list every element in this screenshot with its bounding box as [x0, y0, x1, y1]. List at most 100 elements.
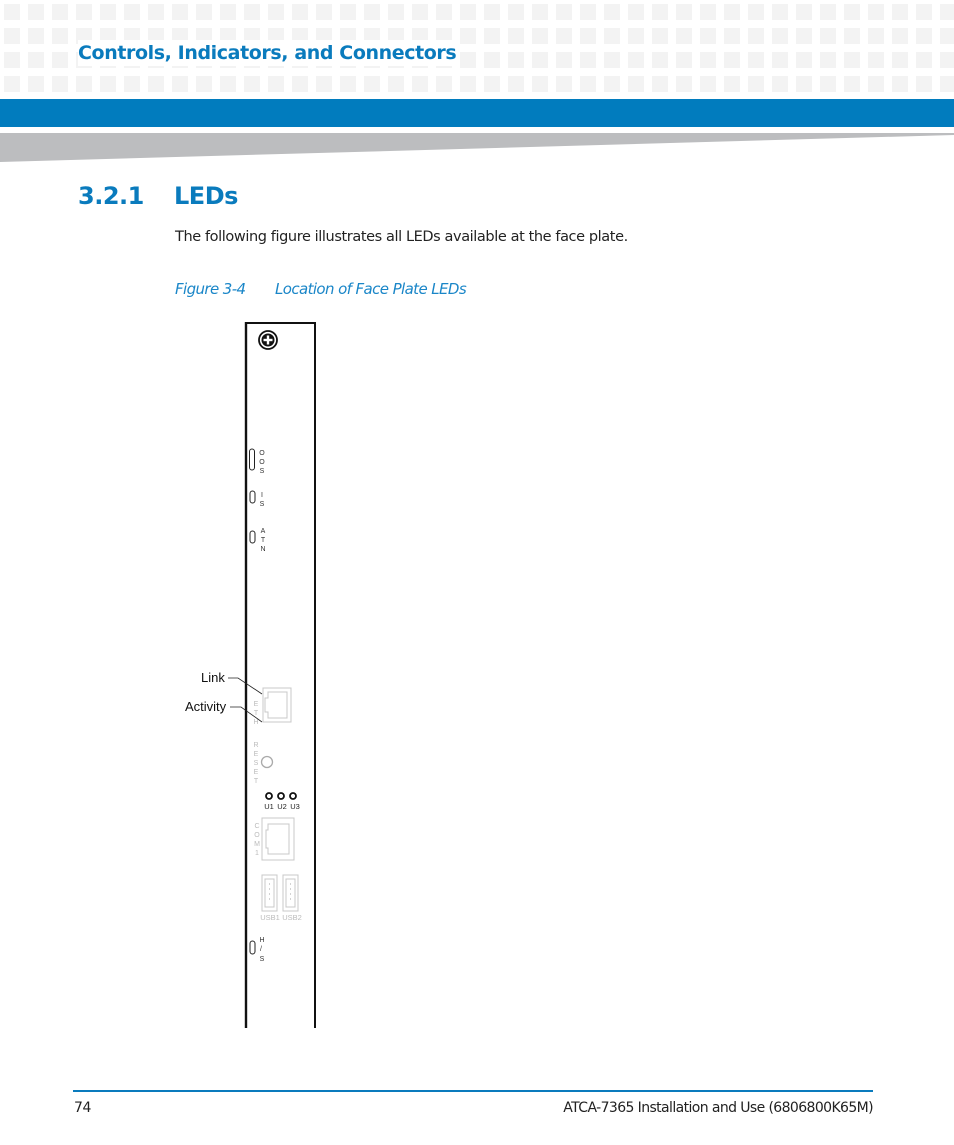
user-leds: U1 U2 U3: [264, 792, 300, 811]
com-label-1: C: [254, 823, 259, 830]
oos-label-2: O: [259, 459, 265, 466]
header-pattern-square: [892, 28, 908, 44]
header-pattern-square: [388, 76, 404, 92]
header-pattern-square: [748, 4, 764, 20]
oos-label-3: S: [260, 468, 265, 475]
header-pattern-square: [292, 76, 308, 92]
header-pattern-square: [4, 28, 20, 44]
header-pattern-square: [916, 76, 932, 92]
reset-label-3: S: [254, 760, 259, 767]
header-pattern-square: [628, 28, 644, 44]
com-label-4: 1: [255, 850, 259, 857]
header-pattern-square: [244, 76, 260, 92]
header-pattern-square: [772, 4, 788, 20]
header-pattern-square: [916, 28, 932, 44]
header-pattern-square: [580, 52, 596, 68]
header-pattern-square: [916, 4, 932, 20]
header-pattern-square: [100, 4, 116, 20]
hs-led: H / S: [249, 937, 265, 963]
header-pattern-square: [412, 4, 428, 20]
header-pattern-square: [748, 52, 764, 68]
header-pattern-square: [580, 76, 596, 92]
header-pattern-square: [28, 4, 44, 20]
section-heading: LEDs: [174, 182, 238, 210]
header-pattern-square: [4, 76, 20, 92]
header-pattern-square: [868, 52, 884, 68]
u1-led: [265, 792, 273, 800]
oos-led: O O S: [249, 448, 265, 475]
hs-label-2: /: [260, 946, 262, 953]
hs-label-3: S: [260, 956, 265, 963]
header-pattern-square: [364, 4, 380, 20]
header-pattern-square: [292, 4, 308, 20]
running-head: Controls, Indicators, and Connectors: [78, 40, 461, 66]
figure-caption: Figure 3-4 Location of Face Plate LEDs: [175, 280, 467, 298]
header-pattern-square: [652, 76, 668, 92]
header-pattern-square: [628, 52, 644, 68]
u3-led: [289, 792, 297, 800]
atn-label-2: T: [261, 537, 266, 544]
usb1-port: USB1: [260, 874, 280, 922]
page-number: 74: [74, 1100, 92, 1116]
header-pattern-square: [844, 52, 860, 68]
atn-label-1: A: [261, 528, 266, 535]
header-pattern-square: [340, 4, 356, 20]
header-pattern-square: [4, 52, 20, 68]
header-pattern-square: [892, 76, 908, 92]
faceplate-outline: [244, 322, 316, 1028]
header-pattern-square: [676, 4, 692, 20]
header-pattern-square: [772, 76, 788, 92]
header-pattern-square: [124, 4, 140, 20]
u2-led: [277, 792, 285, 800]
header-pattern-square: [652, 28, 668, 44]
header-pattern-square: [820, 4, 836, 20]
reset-label-4: E: [254, 769, 259, 776]
header-pattern-square: [4, 4, 20, 20]
header-pattern-square: [796, 28, 812, 44]
header-pattern-square: [316, 76, 332, 92]
eth-label-3: H: [253, 719, 258, 726]
header-pattern-square: [796, 76, 812, 92]
header-pattern-square: [196, 76, 212, 92]
header-pattern-square: [340, 76, 356, 92]
header-pattern-square: [268, 4, 284, 20]
header-pattern-square: [412, 76, 428, 92]
header-pattern-square: [676, 76, 692, 92]
header-pattern-square: [604, 52, 620, 68]
header-pattern-square: [532, 28, 548, 44]
reset-button: R E S E T: [253, 742, 274, 785]
header-pattern-square: [460, 4, 476, 20]
header-pattern-square: [868, 4, 884, 20]
header-pattern-square: [52, 52, 68, 68]
header-pattern-square: [892, 52, 908, 68]
header-pattern-square: [28, 76, 44, 92]
header-pattern-square: [484, 4, 500, 20]
header-pattern-square: [508, 4, 524, 20]
header-pattern-square: [820, 52, 836, 68]
figure-number: Figure 3-4: [175, 280, 246, 298]
header-pattern-square: [556, 52, 572, 68]
header-pattern-square: [436, 76, 452, 92]
header-pattern-square: [172, 76, 188, 92]
header-pattern-square: [796, 4, 812, 20]
intro-paragraph: The following figure illustrates all LED…: [175, 229, 628, 245]
header-pattern-square: [52, 28, 68, 44]
header-pattern-square: [532, 52, 548, 68]
header-pattern-square: [820, 76, 836, 92]
header-pattern-square: [268, 76, 284, 92]
header-pattern-square: [772, 52, 788, 68]
header-pattern-square: [196, 4, 212, 20]
header-pattern-square: [868, 28, 884, 44]
eth-label-2: T: [254, 710, 259, 717]
header-pattern-square: [940, 76, 954, 92]
header-pattern-square: [604, 28, 620, 44]
header-pattern-square: [652, 52, 668, 68]
header-pattern-square: [100, 76, 116, 92]
faceplate-figure: O O S I S A T N E T H Link Activity R E …: [185, 322, 316, 1028]
activity-label: Activity: [185, 699, 227, 714]
header-pattern-square: [604, 76, 620, 92]
header-pattern-square: [532, 76, 548, 92]
atn-label-3: N: [260, 546, 265, 553]
link-label: Link: [201, 670, 225, 685]
header-blue-band: [0, 99, 954, 127]
